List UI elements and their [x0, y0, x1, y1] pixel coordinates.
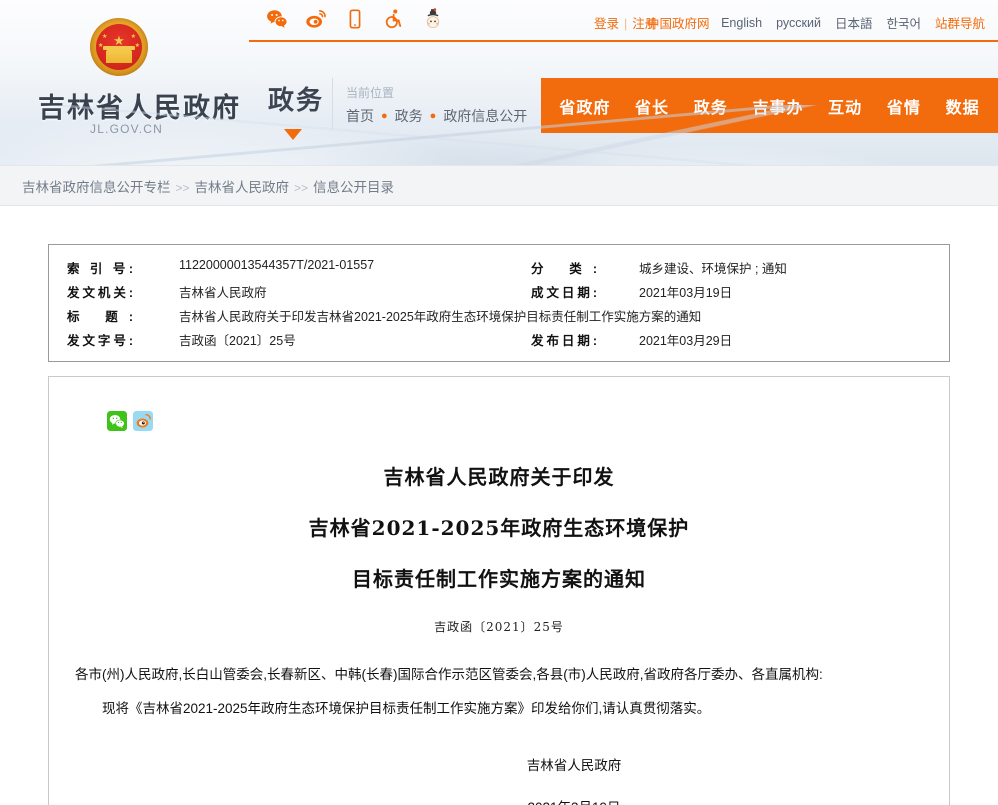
lang-korean-link[interactable]: 한국어 [879, 13, 928, 32]
document-title-line-3: 目标责任制工作实施方案的通知 [352, 567, 646, 591]
band-crumb-sep-1: >> [175, 180, 190, 195]
current-position-label: 当前位置 [346, 86, 395, 100]
language-links: English русский 日本語 한국어 站群导航 [714, 13, 992, 32]
meta-issuer-label: 发文机关: [67, 286, 133, 300]
band-crumb-government[interactable]: 吉林省人民政府 [195, 180, 290, 195]
header-breadcrumb: 首页 ● 政务 ● 政府信息公开 [346, 108, 528, 124]
chevron-down-icon[interactable] [284, 129, 302, 140]
meta-publish-date-label: 发布日期: [531, 334, 597, 348]
meta-docnum-value: 吉政函〔2021〕25号 [179, 334, 296, 348]
document-number: 吉政函〔2021〕25号 [434, 620, 564, 634]
social-icon-row [266, 8, 444, 30]
signature-date: 2021年3月19日 [75, 796, 923, 805]
national-emblem-icon: ★ ★ ★ ★ ★ [90, 18, 148, 76]
weibo-icon[interactable] [305, 8, 327, 30]
metadata-grid: 索 引 号: 11220000013544357T/2021-01557 分 类… [49, 258, 949, 349]
nav-item-data[interactable]: 数据 [946, 94, 980, 118]
section-title: 政务 [268, 85, 325, 115]
meta-category-label: 分 类: [531, 262, 597, 276]
page-body: 索 引 号: 11220000013544357T/2021-01557 分 类… [0, 244, 998, 805]
signature-organization: 吉林省人民政府 [526, 757, 622, 773]
nav-item-provincial-government[interactable]: 省政府 [559, 94, 610, 118]
document-signature: 吉林省人民政府 2021年3月19日 [75, 754, 923, 805]
share-icon-row [107, 411, 923, 431]
nav-item-interaction[interactable]: 互动 [828, 94, 862, 118]
document-paragraph-1: 各市(州)人民政府,长白山管委会,长春新区、中韩(长春)国际合作示范区管委会,各… [75, 667, 823, 682]
meta-category-value: 城乡建设、环境保护 ; 通知 [639, 262, 787, 276]
lang-japanese-link[interactable]: 日本語 [828, 13, 880, 32]
document-metadata-box: 索 引 号: 11220000013544357T/2021-01557 分 类… [48, 244, 950, 362]
meta-issuer-value: 吉林省人民政府 [179, 286, 267, 300]
meta-index-value: 11220000013544357T/2021-01557 [179, 258, 375, 272]
band-crumb-column[interactable]: 吉林省政府信息公开专栏 [22, 180, 171, 195]
site-name: 吉林省人民政府 [38, 93, 241, 123]
weibo-share-icon[interactable] [133, 411, 153, 431]
meta-title-label: 标 题: [67, 310, 133, 324]
meta-written-date-label: 成文日期: [531, 286, 597, 300]
meta-index-label: 索 引 号: [67, 262, 133, 276]
nav-item-jishiban[interactable]: 吉事办 [752, 94, 803, 118]
document-title-line-2: 吉林省2021-2025年政府生态环境保护 [308, 516, 690, 540]
site-group-nav-link[interactable]: 站群导航 [928, 13, 992, 32]
document-title-line-1: 吉林省人民政府关于印发 [383, 465, 615, 489]
nav-item-governor[interactable]: 省长 [635, 94, 669, 118]
meta-docnum-label: 发文字号: [67, 334, 133, 348]
main-navigation: 省政府 省长 政务 吉事办 互动 省情 数据 [541, 78, 998, 133]
header-divider-line [249, 40, 998, 42]
accessibility-icon[interactable] [383, 8, 405, 30]
lang-english-link[interactable]: English [714, 16, 769, 30]
meta-title-value: 吉林省人民政府关于印发吉林省2021-2025年政府生态环境保护目标责任制工作实… [179, 310, 702, 324]
meta-written-date-value: 2021年03月19日 [639, 286, 733, 300]
site-domain: JL.GOV.CN [90, 122, 164, 136]
mascot-icon[interactable] [422, 8, 444, 30]
document-content-box: 吉林省人民政府关于印发 吉林省2021-2025年政府生态环境保护 目标责任制工… [48, 376, 950, 805]
lang-russian-link[interactable]: русский [769, 16, 828, 30]
vertical-divider [332, 78, 333, 130]
band-crumb-catalog[interactable]: 信息公开目录 [313, 180, 394, 195]
document-paragraph-2: 现将《吉林省2021-2025年政府生态环境保护目标责任制工作实施方案》印发给你… [102, 701, 711, 717]
document-body: 各市(州)人民政府,长白山管委会,长春新区、中韩(长春)国际合作示范区管委会,各… [75, 661, 923, 724]
breadcrumb-home-link[interactable]: 首页 [346, 108, 374, 124]
breadcrumb-band: 吉林省政府信息公开专栏 >> 吉林省人民政府 >> 信息公开目录 [0, 165, 998, 206]
nav-item-province-info[interactable]: 省情 [887, 94, 921, 118]
band-crumb-sep-2: >> [294, 180, 309, 195]
breadcrumb-openinfo-link[interactable]: 政府信息公开 [443, 108, 527, 124]
site-header: ★ ★ ★ ★ ★ 吉林省人民政府 JL.GOV.CN 登录 | 注册 中国政府… [0, 0, 998, 165]
wechat-icon[interactable] [266, 8, 288, 30]
document-title: 吉林省人民政府关于印发 吉林省2021-2025年政府生态环境保护 目标责任制工… [75, 461, 923, 592]
meta-publish-date-value: 2021年03月29日 [639, 334, 733, 348]
login-link[interactable]: 登录 [594, 17, 619, 31]
mobile-icon[interactable] [344, 8, 366, 30]
china-gov-link[interactable]: 中国政府网 [647, 13, 710, 32]
wechat-share-icon[interactable] [107, 411, 127, 431]
nav-item-government-affairs[interactable]: 政务 [694, 94, 728, 118]
breadcrumb-affairs-link[interactable]: 政务 [395, 108, 423, 124]
